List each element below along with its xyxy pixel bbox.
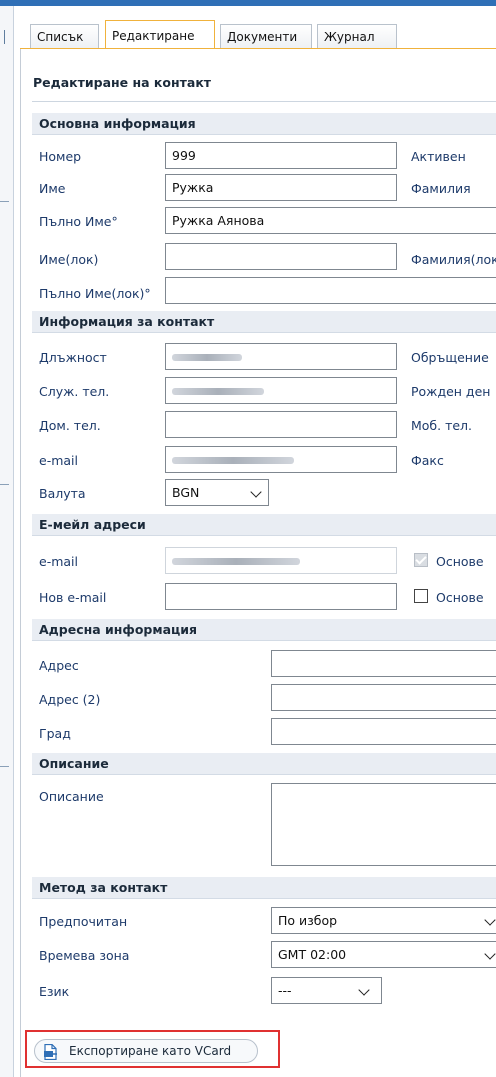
language-value: --- [278,983,292,998]
language-select[interactable]: --- [271,977,382,1004]
language-label: Език [39,984,70,999]
section-contact-info: Информация за контакт [32,311,496,333]
birthday-label: Рожден ден [411,384,491,399]
splitter-tick [0,766,9,767]
export-vcard-button[interactable]: Експортиране като VCard [34,1039,258,1063]
export-vcard-label: Експортиране като VCard [69,1044,232,1058]
full-name-label: Пълно Име° [39,214,118,229]
first-name-label: Име [39,181,66,196]
new-primary-checkbox[interactable] [414,589,428,603]
address2-field[interactable] [271,684,496,711]
page-title: Редактиране на контакт [33,75,212,90]
top-accent-bar [0,0,496,6]
chevron-down-icon [484,914,496,926]
full-name-loc-field[interactable] [165,277,496,304]
splitter-tick [0,484,9,485]
left-splitter[interactable] [0,6,14,1077]
new-email-label: Нов e-mail [39,590,107,605]
section-emails: Е-мейл адреси [32,514,496,536]
preferred-label: Предпочитан [39,914,128,929]
position-field[interactable] [165,343,397,370]
splitter-handle [4,30,5,44]
tab-journal[interactable]: Журнал [317,24,397,48]
fax-label: Факс [411,453,444,468]
redacted-value [172,388,264,395]
splitter-tick [0,201,9,202]
redacted-value [172,354,242,361]
email-field[interactable] [165,446,397,473]
first-name-loc-field[interactable] [165,243,397,270]
primary-email-checkbox[interactable] [414,553,428,567]
currency-label: Валута [39,486,86,501]
work-phone-label: Служ. тел. [39,384,110,399]
section-basic-info: Основна информация [32,113,496,135]
work-phone-field[interactable] [165,377,397,404]
tab-edit[interactable]: Редактиране [105,20,215,49]
primary-email-label: Основе [436,554,484,569]
section-address: Адресна информация [32,619,496,641]
number-label: Номер [39,149,82,164]
email-label: e-mail [39,453,78,468]
section-description: Описание [32,753,496,775]
city-field[interactable] [271,718,496,745]
tab-list[interactable]: Списък [30,24,99,48]
redacted-value [172,457,294,464]
salutation-label: Обръщение [411,350,489,365]
mobile-label: Моб. тел. [411,418,473,433]
section-contact-method: Метод за контакт [32,877,496,899]
chevron-down-icon [484,948,496,960]
timezone-label: Времева зона [39,948,130,963]
chevron-down-icon [250,486,262,498]
address2-label: Адрес (2) [39,692,101,707]
timezone-select[interactable]: GMT 02:00 [271,941,496,968]
preferred-value: По избор [278,913,338,928]
city-label: Град [39,726,71,741]
new-email-field[interactable] [165,583,397,610]
last-name-label: Фамилия [411,181,471,196]
title-divider [32,101,496,102]
position-label: Длъжност [39,350,107,365]
redacted-value [172,558,300,565]
tab-documents[interactable]: Документи [220,24,312,48]
email-address-label: e-mail [39,554,78,569]
home-phone-field[interactable] [165,411,397,438]
full-name-field[interactable]: Ружка Аянова [165,207,496,234]
new-primary-label: Основе [436,590,484,605]
address-field[interactable] [271,650,496,677]
last-name-loc-label: Фамилия(лок [411,252,496,267]
preferred-select[interactable]: По избор [271,907,496,934]
description-textarea[interactable] [271,783,496,866]
first-name-loc-label: Име(лок) [39,252,99,267]
first-name-field[interactable]: Ружка [165,174,397,201]
full-name-loc-label: Пълно Име(лок)° [39,286,151,301]
timezone-value: GMT 02:00 [278,947,347,962]
currency-value: BGN [172,485,200,500]
address-label: Адрес [39,658,79,673]
export-vcard-icon [44,1044,57,1060]
currency-select[interactable]: BGN [165,479,269,506]
email-address-field[interactable] [165,547,397,574]
active-label: Активен [411,149,466,164]
home-phone-label: Дом. тел. [39,418,101,433]
description-label: Описание [39,789,104,804]
number-field[interactable]: 999 [165,142,397,169]
chevron-down-icon [358,984,370,996]
